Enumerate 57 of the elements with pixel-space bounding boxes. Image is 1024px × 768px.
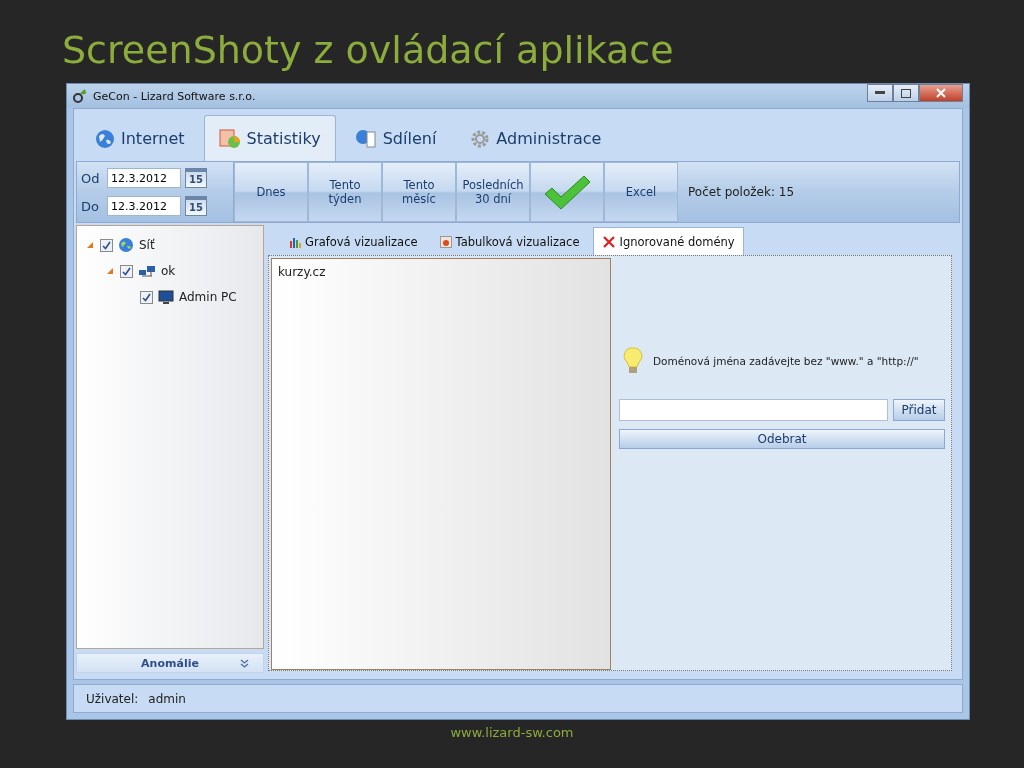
- view-tab[interactable]: Ignorované domény: [592, 227, 744, 255]
- date-label: Od: [81, 170, 101, 186]
- slide-footer: www.lizard-sw.com: [0, 725, 1024, 740]
- tree-checkbox[interactable]: [140, 290, 153, 304]
- tree-checkbox[interactable]: [100, 238, 113, 252]
- hint-text: Doménová jména zadávejte bez "www." a "http://": [653, 355, 919, 367]
- cross-icon: [601, 234, 616, 249]
- maximize-button[interactable]: [893, 84, 919, 102]
- lightbulb-icon: [623, 347, 643, 375]
- table-document-icon: [439, 235, 452, 248]
- tree-checkbox[interactable]: [120, 264, 133, 278]
- maximize-icon: [901, 88, 911, 98]
- view-tab[interactable]: Grafová vizualizace: [280, 227, 427, 255]
- close-icon: [936, 88, 946, 98]
- calendar-button[interactable]: 15: [185, 196, 207, 216]
- monitor-icon: [158, 289, 174, 305]
- remove-button[interactable]: Odebrat: [619, 429, 945, 449]
- minimize-icon: [875, 91, 885, 95]
- user-label: Uživatel:: [86, 691, 139, 706]
- app-logo-icon: [73, 89, 87, 103]
- tree-item[interactable]: Admin PC: [179, 290, 237, 304]
- toolbar-button[interactable]: Excel: [604, 162, 678, 222]
- item-count: Počet položek: 15: [687, 185, 795, 199]
- network-icon: [138, 264, 156, 278]
- toolbar-button[interactable]: Dnes: [234, 162, 308, 222]
- globe-icon: [118, 237, 134, 253]
- date-field[interactable]: 12.3.2012: [107, 196, 181, 216]
- view-tab[interactable]: Tabulková vizualizace: [430, 227, 589, 255]
- toolbar-button[interactable]: Tento měsíc: [382, 162, 456, 222]
- date-label: Do: [81, 198, 100, 214]
- gear-icon: [470, 128, 491, 149]
- user-name: admin: [148, 691, 186, 706]
- add-button[interactable]: Přidat: [893, 399, 945, 421]
- date-field[interactable]: 12.3.2012: [107, 168, 181, 188]
- toolbar-button[interactable]: Tento týden: [308, 162, 382, 222]
- tree-item[interactable]: ok: [161, 264, 176, 278]
- main-tab[interactable]: Administrace: [455, 115, 617, 161]
- slide-title: ScreenShoty z ovládací aplikace: [61, 27, 675, 74]
- expanded-arrow-icon[interactable]: [85, 241, 95, 249]
- chart-document-icon: [218, 128, 241, 149]
- tree-item[interactable]: Síť: [139, 238, 155, 252]
- toolbar-button[interactable]: Posledních 30 dní: [456, 162, 530, 222]
- domain-input[interactable]: [619, 399, 888, 421]
- bar-chart-icon: [289, 235, 301, 248]
- calendar-button[interactable]: 15: [185, 168, 207, 188]
- window-title: GeCon - Lizard Software s.r.o.: [93, 89, 256, 103]
- expanded-arrow-icon[interactable]: [105, 267, 115, 275]
- checkmark-icon: [542, 174, 592, 210]
- minimize-button[interactable]: [867, 84, 893, 102]
- anomalies-button[interactable]: Anomálie: [76, 653, 264, 673]
- double-chevron-icon: [240, 659, 249, 668]
- main-tab[interactable]: Statistiky: [203, 115, 336, 161]
- globe-icon: [95, 128, 115, 149]
- domain-item[interactable]: kurzy.cz: [278, 265, 604, 279]
- close-button[interactable]: [919, 84, 963, 102]
- main-tab[interactable]: Sdílení: [339, 115, 452, 161]
- main-tab[interactable]: Internet: [80, 115, 200, 161]
